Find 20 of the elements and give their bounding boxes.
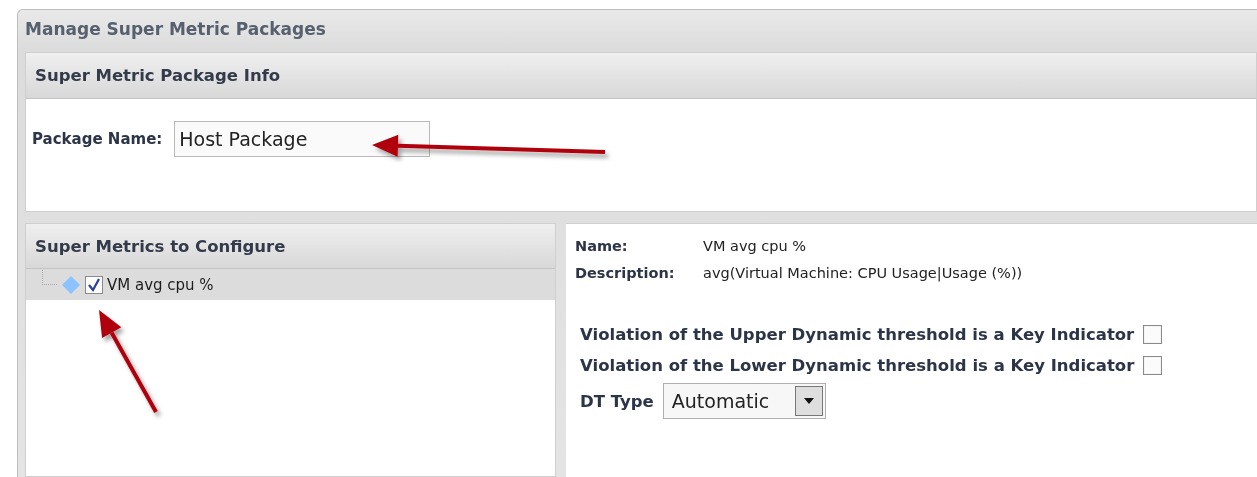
field-label: DT Type <box>580 391 654 411</box>
panel-title: Super Metrics to Configure <box>35 236 286 256</box>
field-value: VM avg cpu % <box>703 237 807 254</box>
window-title: Manage Super Metric Packages <box>25 18 327 41</box>
checkbox[interactable] <box>1143 356 1163 375</box>
checkbox[interactable] <box>85 275 103 294</box>
diamond-icon <box>61 274 81 295</box>
dropdown-caret-icon <box>794 386 823 416</box>
tree-item-label: VM avg cpu % <box>107 275 214 294</box>
option-label: Violation of the Upper Dynamic threshold is a Key Indicator <box>580 325 1135 344</box>
panel-title: Super Metric Package Info <box>35 66 281 85</box>
tree-item[interactable]: VM avg cpu % <box>26 269 555 300</box>
package-name-field[interactable]: Host Package <box>174 121 431 157</box>
field-label: Package Name: <box>32 130 163 148</box>
field-label: Name: <box>575 237 629 254</box>
dt-type-select[interactable]: Automatic <box>662 383 826 419</box>
checkbox[interactable] <box>1143 325 1163 344</box>
field-label: Description: <box>575 264 676 281</box>
field-value: avg(Virtual Machine: CPU Usage|Usage (%)) <box>703 264 1023 281</box>
option-label: Violation of the Lower Dynamic threshold is a Key Indicator <box>580 356 1135 375</box>
